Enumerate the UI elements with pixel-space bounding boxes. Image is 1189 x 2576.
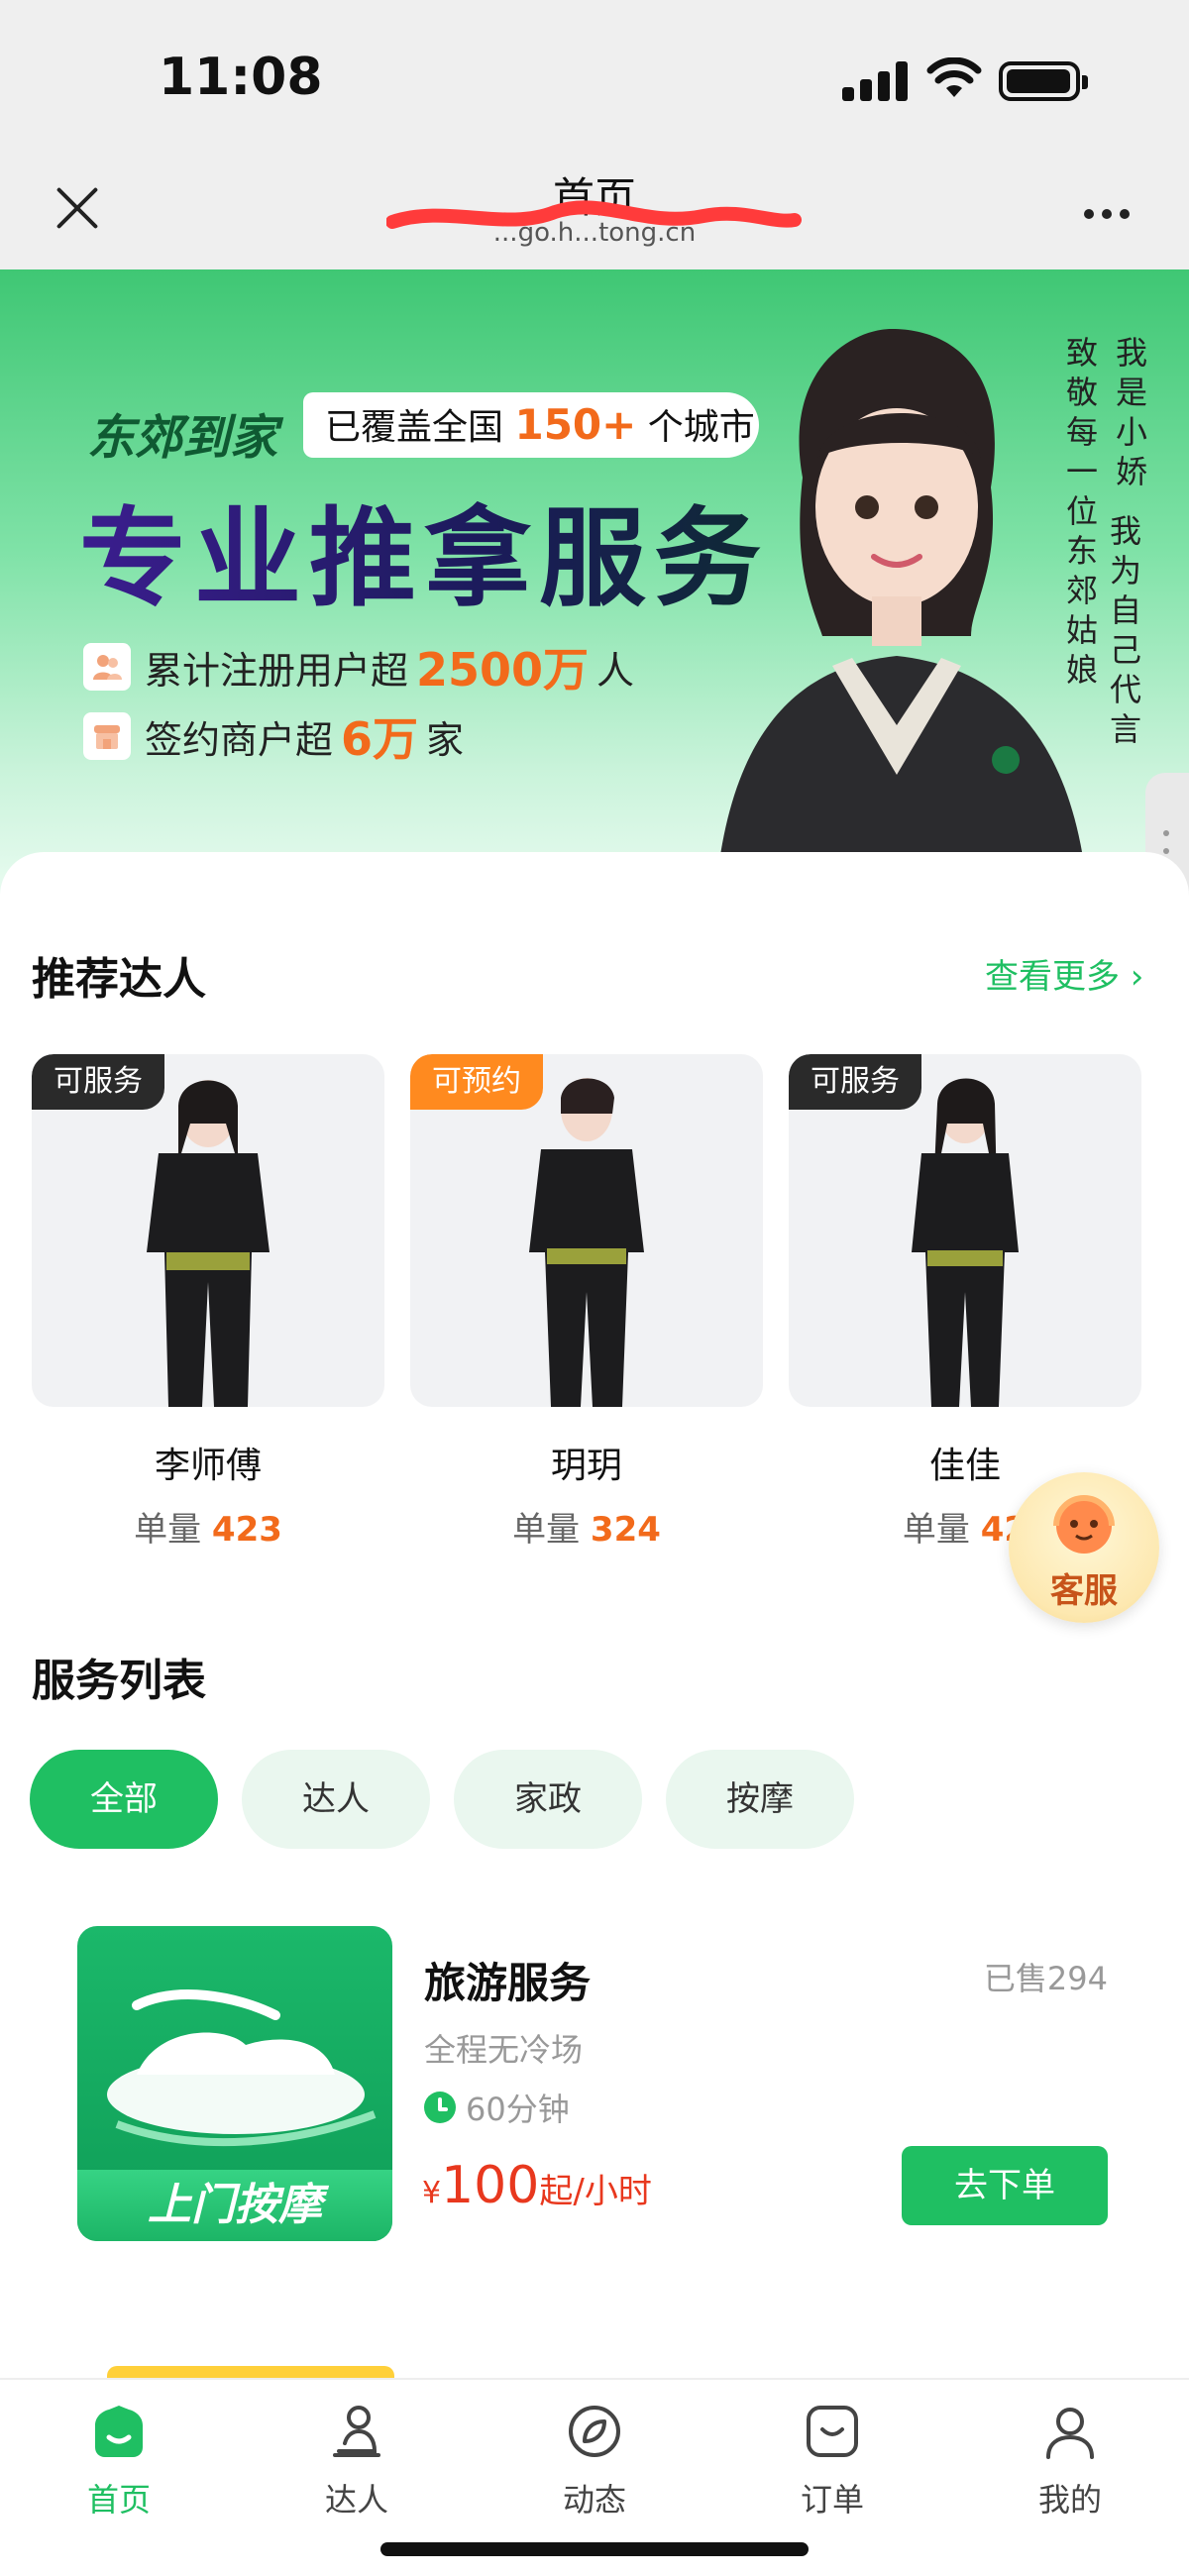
service-sold-count: 已售294 (983, 1960, 1108, 1997)
talent-photo: 可服务 (789, 1054, 1141, 1407)
services-title: 服务列表 (32, 1656, 206, 1706)
status-time: 11:08 (159, 48, 323, 107)
brand-name: 东郊到家 (87, 410, 278, 466)
chip-housekeeping[interactable]: 家政 (454, 1750, 642, 1849)
talent-photo: 可预约 (410, 1054, 763, 1407)
talent-name: 玥玥 (550, 1446, 622, 1486)
home-icon (95, 2406, 143, 2457)
talent-orders: 单量 324 (512, 1510, 661, 1550)
availability-tag: 可服务 (789, 1054, 921, 1110)
store-icon (83, 712, 131, 760)
tab-orders[interactable]: 订单 (753, 2400, 912, 2521)
redaction-scribble (386, 200, 802, 229)
service-filter-chips: 全部 达人 家政 按摩 (30, 1750, 878, 1849)
service-item[interactable]: 上门按摩 旅游服务 已售294 全程无冷场 60分钟 ¥100起/小时 去下单 (77, 1926, 1108, 2243)
talent-orders: 单量 423 (134, 1510, 282, 1550)
availability-tag: 可预约 (410, 1054, 543, 1110)
registered-users-stat: 累计注册用户超 2500万人 (83, 634, 634, 699)
service-description: 全程无冷场 (424, 2031, 584, 2069)
tab-home[interactable]: 首页 (40, 2400, 198, 2521)
tab-feed[interactable]: 动态 (515, 2400, 674, 2521)
wifi-icon (926, 57, 982, 97)
clock-icon (424, 2092, 456, 2123)
merchants-stat: 签约商户超 6万家 (83, 703, 464, 769)
compass-icon (569, 2406, 620, 2457)
mascot-icon (1053, 1495, 1115, 1554)
service-price: ¥100起/小时 (422, 2156, 652, 2215)
talent-card[interactable]: 可预约 玥玥 单量 324 (410, 1054, 763, 1551)
slogan-column-1: 我是小娇 (1116, 334, 1148, 490)
promo-banner[interactable]: 东郊到家 已覆盖全国 150+ 个城市 专业推拿服务 累计注册用户超 2500万人… (0, 269, 1189, 894)
tab-talent[interactable]: 达人 (277, 2400, 436, 2521)
availability-tag: 可服务 (32, 1054, 164, 1110)
chip-talent[interactable]: 达人 (242, 1750, 430, 1849)
thumbnail-caption: 上门按摩 (77, 2170, 392, 2241)
talent-card[interactable]: 可服务 李师傅 单量 423 (32, 1054, 384, 1551)
ambassador-portrait (715, 329, 1088, 894)
see-more-link[interactable]: 查看更多 › (985, 949, 1143, 998)
status-bar: 11:08 (0, 0, 1189, 159)
slogan-column-3: 致敬每一位东郊姑娘 (1066, 334, 1099, 689)
nav-bar: 首页 ...go.h...tong.cn (0, 159, 1189, 269)
tab-profile[interactable]: 我的 (991, 2400, 1149, 2521)
service-title: 旅游服务 (424, 1959, 592, 2007)
slogan-column-2: 我为自己代言 (1110, 512, 1142, 748)
service-duration: 60分钟 (424, 2085, 570, 2130)
chevron-right-icon: › (1120, 957, 1144, 997)
battery-icon (999, 61, 1088, 101)
users-icon (83, 643, 131, 691)
talent-photo: 可服务 (32, 1054, 384, 1407)
profile-icon (1046, 2408, 1094, 2459)
more-options-icon[interactable] (1084, 204, 1137, 223)
home-indicator (380, 2542, 809, 2556)
customer-service-button[interactable]: 客服 (1009, 1472, 1159, 1623)
chip-all[interactable]: 全部 (30, 1750, 218, 1849)
service-thumbnail: 上门按摩 (77, 1926, 392, 2241)
talent-icon (333, 2406, 380, 2457)
order-icon (807, 2406, 858, 2457)
talent-name: 李师傅 (154, 1446, 262, 1486)
cellular-signal-icon (842, 61, 908, 101)
recommended-title: 推荐达人 (32, 954, 206, 1005)
place-order-button[interactable]: 去下单 (902, 2146, 1108, 2225)
chip-massage[interactable]: 按摩 (666, 1750, 854, 1849)
